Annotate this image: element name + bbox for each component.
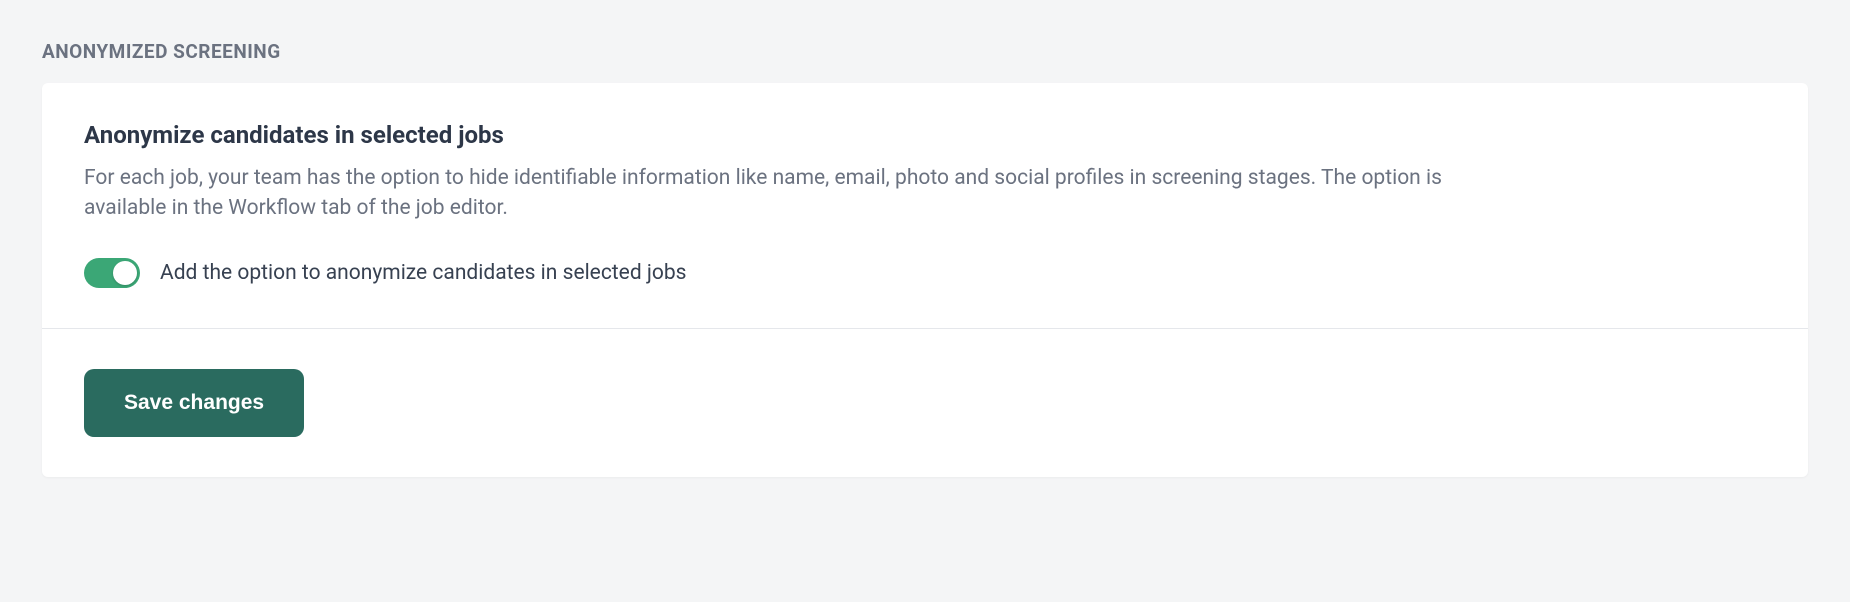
- toggle-label: Add the option to anonymize candidates i…: [160, 261, 687, 285]
- toggle-row: Add the option to anonymize candidates i…: [84, 258, 1766, 288]
- toggle-knob: [113, 261, 137, 285]
- card-footer: Save changes: [42, 329, 1808, 477]
- card-title: Anonymize candidates in selected jobs: [84, 121, 1766, 149]
- section-heading: ANONYMIZED SCREENING: [42, 40, 1808, 63]
- save-button[interactable]: Save changes: [84, 369, 304, 437]
- card-description: For each job, your team has the option t…: [84, 163, 1484, 224]
- anonymize-toggle[interactable]: [84, 258, 140, 288]
- settings-card: Anonymize candidates in selected jobs Fo…: [42, 83, 1808, 477]
- card-body: Anonymize candidates in selected jobs Fo…: [42, 83, 1808, 329]
